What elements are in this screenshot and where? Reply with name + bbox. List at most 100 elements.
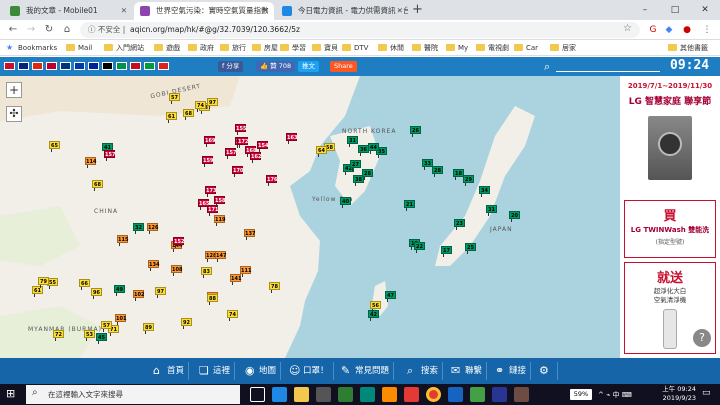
aqi-station-marker[interactable]: 47 [385, 291, 396, 302]
share-button[interactable]: 👍 贊 708 [256, 61, 296, 72]
edge-icon[interactable] [272, 387, 287, 402]
share-button[interactable]: f 分享 [218, 61, 244, 72]
aqi-station-marker[interactable]: 152 [173, 237, 184, 248]
tab-close-icon[interactable]: ✕ [397, 2, 403, 20]
aqi-station-marker[interactable]: 33 [422, 159, 433, 170]
bookmark-item[interactable]: 休閒 [378, 40, 404, 56]
aqi-station-marker[interactable]: 61 [166, 112, 177, 123]
language-flag-icon[interactable] [4, 62, 15, 70]
notification-icon[interactable]: ▭ [702, 388, 711, 398]
aqi-station-marker[interactable]: 126 [147, 223, 158, 234]
bookmark-item[interactable]: Car [514, 40, 538, 56]
aqi-station-marker[interactable]: 157 [225, 148, 236, 159]
home-icon[interactable]: ⌂ [60, 23, 74, 37]
purifier-ad[interactable]: 就送 超淨化大白 空氣清淨機 ? [624, 262, 716, 354]
app-icon-green-2[interactable] [470, 387, 485, 402]
minimize-button[interactable]: – [630, 0, 660, 20]
aqi-station-marker[interactable]: 158 [214, 196, 225, 207]
aqi-station-marker[interactable]: 40 [340, 197, 351, 208]
language-flag-icon[interactable] [102, 62, 113, 70]
bookmark-item[interactable]: 寶貝 [312, 40, 338, 56]
profile-icon[interactable]: ● [680, 23, 694, 37]
aqi-station-marker[interactable]: 21 [404, 200, 415, 211]
twinwash-ad[interactable]: 買 LG TWINWash 雙能洗 (指定型號) [624, 200, 716, 258]
bottom-nav-item[interactable]: ✉ 聯繫 [450, 362, 488, 380]
aqi-station-marker[interactable]: 57 [169, 93, 180, 104]
bookmark-item[interactable]: DTV [342, 40, 368, 56]
bottom-nav-item[interactable]: ⌂ 首頁 [152, 362, 190, 380]
aqi-station-marker[interactable]: 25 [465, 243, 476, 254]
aqi-station-marker[interactable]: 23 [454, 219, 465, 230]
zoom-in-button[interactable]: + [6, 82, 22, 98]
app-icon-green[interactable] [338, 387, 353, 402]
battery-indicator[interactable]: 59% [570, 389, 592, 400]
task-view-icon[interactable] [250, 387, 265, 402]
translate-icon[interactable]: G [646, 23, 660, 37]
aqi-map[interactable]: + – ✣ GOBI DESERTCHINANORTH KOREAYellow … [0, 76, 620, 358]
aqi-station-marker[interactable]: 44 [368, 143, 379, 154]
close-window-button[interactable]: ✕ [690, 0, 720, 20]
bottom-nav-item[interactable]: ☺ 口罩！ [288, 362, 334, 380]
aqi-station-marker[interactable]: 66 [79, 279, 90, 290]
bottom-nav-item[interactable]: ❏ 這裡 [198, 362, 236, 380]
insecure-label[interactable]: ⓘ 不安全 | [88, 24, 125, 36]
url-text[interactable]: aqicn.org/map/hk/#@g/32.7039/120.3662/5z [130, 24, 300, 36]
aqi-station-marker[interactable]: 176 [266, 175, 277, 186]
share-button[interactable]: Share [330, 61, 357, 72]
aqi-station-marker[interactable]: 49 [114, 285, 125, 296]
aqi-station-marker[interactable]: 65 [49, 141, 60, 152]
aqi-station-marker[interactable]: 137 [244, 229, 255, 240]
tray-icons[interactable]: ^ ⌁ 中 ⌨ [598, 390, 632, 400]
language-flag-icon[interactable] [130, 62, 141, 70]
language-flag-icon[interactable] [116, 62, 127, 70]
windows-start-icon[interactable]: ⊞ [6, 388, 18, 400]
browser-tab[interactable]: 今日電力資訊 - 電力供需資訊 - 台灣電力✕ [276, 2, 408, 20]
reload-icon[interactable]: ↻ [42, 23, 56, 37]
bookmark-item[interactable]: 居家 [550, 40, 576, 56]
aqi-station-marker[interactable]: 78 [269, 282, 280, 293]
aqi-station-marker[interactable]: 28 [362, 169, 373, 180]
aqi-station-marker[interactable]: 141 [230, 274, 241, 285]
bookmark-item[interactable]: 房屋 [252, 40, 278, 56]
language-flag-icon[interactable] [46, 62, 57, 70]
language-flag-icon[interactable] [32, 62, 43, 70]
bookmark-item[interactable]: 政府 [188, 40, 214, 56]
aqi-station-marker[interactable]: 154 [257, 141, 268, 152]
bottom-nav-item[interactable]: ⚭ 鏈接 [494, 362, 532, 380]
aqi-station-marker[interactable]: 170 [232, 166, 243, 177]
forward-icon[interactable]: → [24, 23, 38, 37]
aqi-station-marker[interactable]: 102 [133, 290, 144, 301]
aqi-station-marker[interactable]: 119 [214, 215, 225, 226]
language-flag-icon[interactable] [60, 62, 71, 70]
language-flag-icon[interactable] [74, 62, 85, 70]
aqi-station-marker[interactable]: 114 [85, 157, 96, 168]
aqi-station-marker[interactable]: 165 [198, 199, 209, 210]
aqi-station-marker[interactable]: 89 [143, 323, 154, 334]
aqi-station-marker[interactable]: 172 [237, 137, 248, 148]
aqi-station-marker[interactable]: 64 [316, 146, 327, 157]
aqi-station-marker[interactable]: 56 [370, 301, 381, 312]
bottom-nav-item[interactable]: ✎ 常見問題 [340, 362, 395, 380]
aqi-station-marker[interactable]: 61 [32, 286, 43, 297]
maximize-button[interactable]: □ [660, 0, 690, 20]
bookmark-item[interactable]: 學習 [280, 40, 306, 56]
bottom-nav-item[interactable]: ◉ 地圖 [244, 362, 282, 380]
aqi-station-marker[interactable]: 42 [368, 310, 379, 321]
aqi-station-marker[interactable]: 155 [235, 124, 246, 135]
search-icon[interactable]: ⌕ [544, 60, 550, 74]
bookmark-item[interactable]: ★ Bookmarks [6, 40, 57, 56]
aqi-station-marker[interactable]: 96 [91, 288, 102, 299]
aqi-station-marker[interactable]: 108 [171, 265, 182, 276]
aqi-station-marker[interactable]: 159 [202, 156, 213, 167]
aqi-station-marker[interactable]: 17 [441, 246, 452, 257]
site-search-input[interactable] [556, 71, 660, 72]
bookmark-item[interactable]: 入門網站 [104, 40, 144, 56]
aqi-station-marker[interactable]: 169 [204, 136, 215, 147]
aqi-station-marker[interactable]: 88 [207, 294, 218, 305]
browser-tab[interactable]: 世界空氣污染：實時空氣質量指數 ✕ [134, 2, 274, 20]
aqi-station-marker[interactable]: 72 [53, 330, 64, 341]
bookmark-star-icon[interactable]: ☆ [623, 23, 632, 34]
aqi-station-marker[interactable]: 115 [117, 235, 128, 246]
aqi-station-marker[interactable]: 68 [183, 109, 194, 120]
aqi-station-marker[interactable]: 111 [240, 266, 251, 277]
